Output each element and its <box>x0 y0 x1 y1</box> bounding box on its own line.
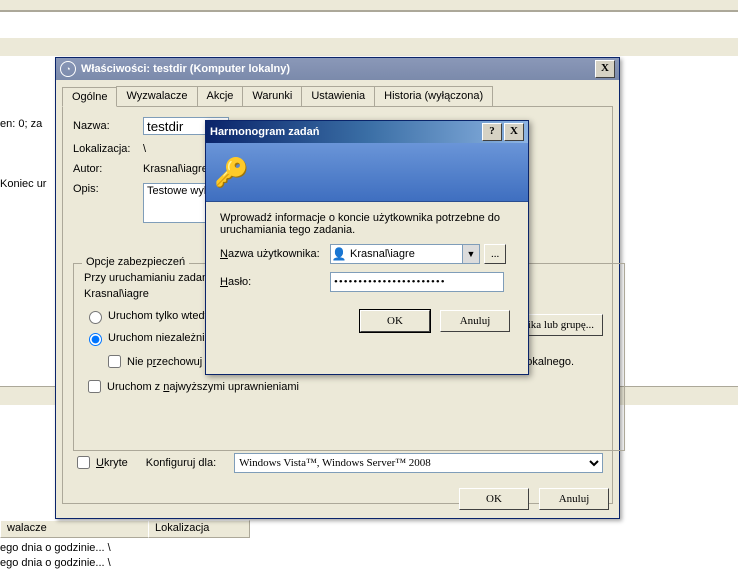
tab-triggers[interactable]: Wyzwalacze <box>116 86 197 106</box>
username-value: Krasnal\iagre <box>347 248 462 260</box>
value-author: Krasnal\iagre <box>143 163 208 175</box>
checkbox-label: Uruchom z najwyższymi uprawnieniami <box>107 381 299 393</box>
window-title: Harmonogram zadań <box>210 126 480 138</box>
titlebar[interactable]: Harmonogram zadań ? X <box>206 121 528 143</box>
browse-user-button[interactable]: ... <box>484 244 506 264</box>
label-password: Hasło: <box>220 276 330 288</box>
bg-strip <box>0 0 738 12</box>
label-configure-for: Konfiguruj dla: <box>146 457 216 469</box>
help-button[interactable]: ? <box>482 123 502 141</box>
configure-for-select[interactable]: Windows Vista™, Windows Server™ 2008 <box>234 453 603 473</box>
table-row[interactable]: ego dnia o godzinie... \ <box>0 557 111 569</box>
radio-input[interactable] <box>89 333 102 346</box>
window-title: Właściwości: testdir (Komputer lokalny) <box>81 63 595 75</box>
bg-text: Koniec ur <box>0 178 46 190</box>
label-author: Autor: <box>73 163 143 175</box>
radio-input[interactable] <box>89 311 102 324</box>
app-stage: en: 0; za Koniec ur walacze Lokalizacja … <box>0 0 738 572</box>
checkbox-input[interactable] <box>77 456 90 469</box>
radio-label: Uruchom tylko wtedy, <box>108 310 212 322</box>
dialog-footer: OK Anuluj <box>459 488 609 510</box>
checkbox-highest-privileges[interactable]: Uruchom z najwyższymi uprawnieniami <box>84 377 614 396</box>
checkbox-input[interactable] <box>88 380 101 393</box>
tab-conditions[interactable]: Warunki <box>242 86 302 106</box>
tab-history[interactable]: Historia (wyłączona) <box>374 86 493 106</box>
dialog-instruction: Wprowadź informacje o koncie użytkownika… <box>220 212 514 236</box>
table-row[interactable]: ego dnia o godzinie... \ <box>0 542 111 554</box>
bg-strip <box>0 37 738 57</box>
credentials-dialog: Harmonogram zadań ? X 🔑 Wprowadź informa… <box>205 120 529 375</box>
close-button[interactable]: X <box>595 60 615 78</box>
bg-text: en: 0; za <box>0 118 42 130</box>
keys-icon: 🔑 <box>214 156 249 189</box>
column-header[interactable]: walacze <box>0 520 150 538</box>
dialog-footer: OK Anuluj <box>220 310 510 332</box>
tab-general[interactable]: Ogólne <box>62 87 117 107</box>
checkbox-input[interactable] <box>108 355 121 368</box>
label-username: Nazwa użytkownika: <box>220 248 330 260</box>
titlebar[interactable]: ◔ Właściwości: testdir (Komputer lokalny… <box>56 58 619 80</box>
value-location: \ <box>143 143 146 155</box>
cancel-button[interactable]: Anuluj <box>440 310 510 332</box>
dialog-banner: 🔑 <box>206 143 528 202</box>
password-input[interactable] <box>330 272 504 292</box>
dialog-body: Wprowadź informacje o koncie użytkownika… <box>206 202 528 342</box>
close-button[interactable]: X <box>504 123 524 141</box>
user-icon: 👤 <box>331 246 347 262</box>
bg-strip <box>0 12 738 37</box>
fieldset-legend: Opcje zabezpieczeń <box>82 256 189 268</box>
ok-button[interactable]: OK <box>360 310 430 332</box>
tab-settings[interactable]: Ustawienia <box>301 86 375 106</box>
column-header[interactable]: Lokalizacja <box>148 520 250 538</box>
cancel-button[interactable]: Anuluj <box>539 488 609 510</box>
app-icon: ◔ <box>60 61 76 77</box>
chevron-down-icon[interactable]: ▼ <box>462 245 479 263</box>
ok-button[interactable]: OK <box>459 488 529 510</box>
label-name: Nazwa: <box>73 120 143 132</box>
checkbox-label: Ukryte <box>96 457 128 469</box>
label-location: Lokalizacja: <box>73 143 143 155</box>
username-combo[interactable]: 👤 Krasnal\iagre ▼ <box>330 244 480 264</box>
label-description: Opis: <box>73 183 143 195</box>
tab-actions[interactable]: Akcje <box>197 86 244 106</box>
tab-bar: Ogólne Wyzwalacze Akcje Warunki Ustawien… <box>62 86 613 106</box>
checkbox-hidden[interactable]: Ukryte <box>73 453 128 472</box>
